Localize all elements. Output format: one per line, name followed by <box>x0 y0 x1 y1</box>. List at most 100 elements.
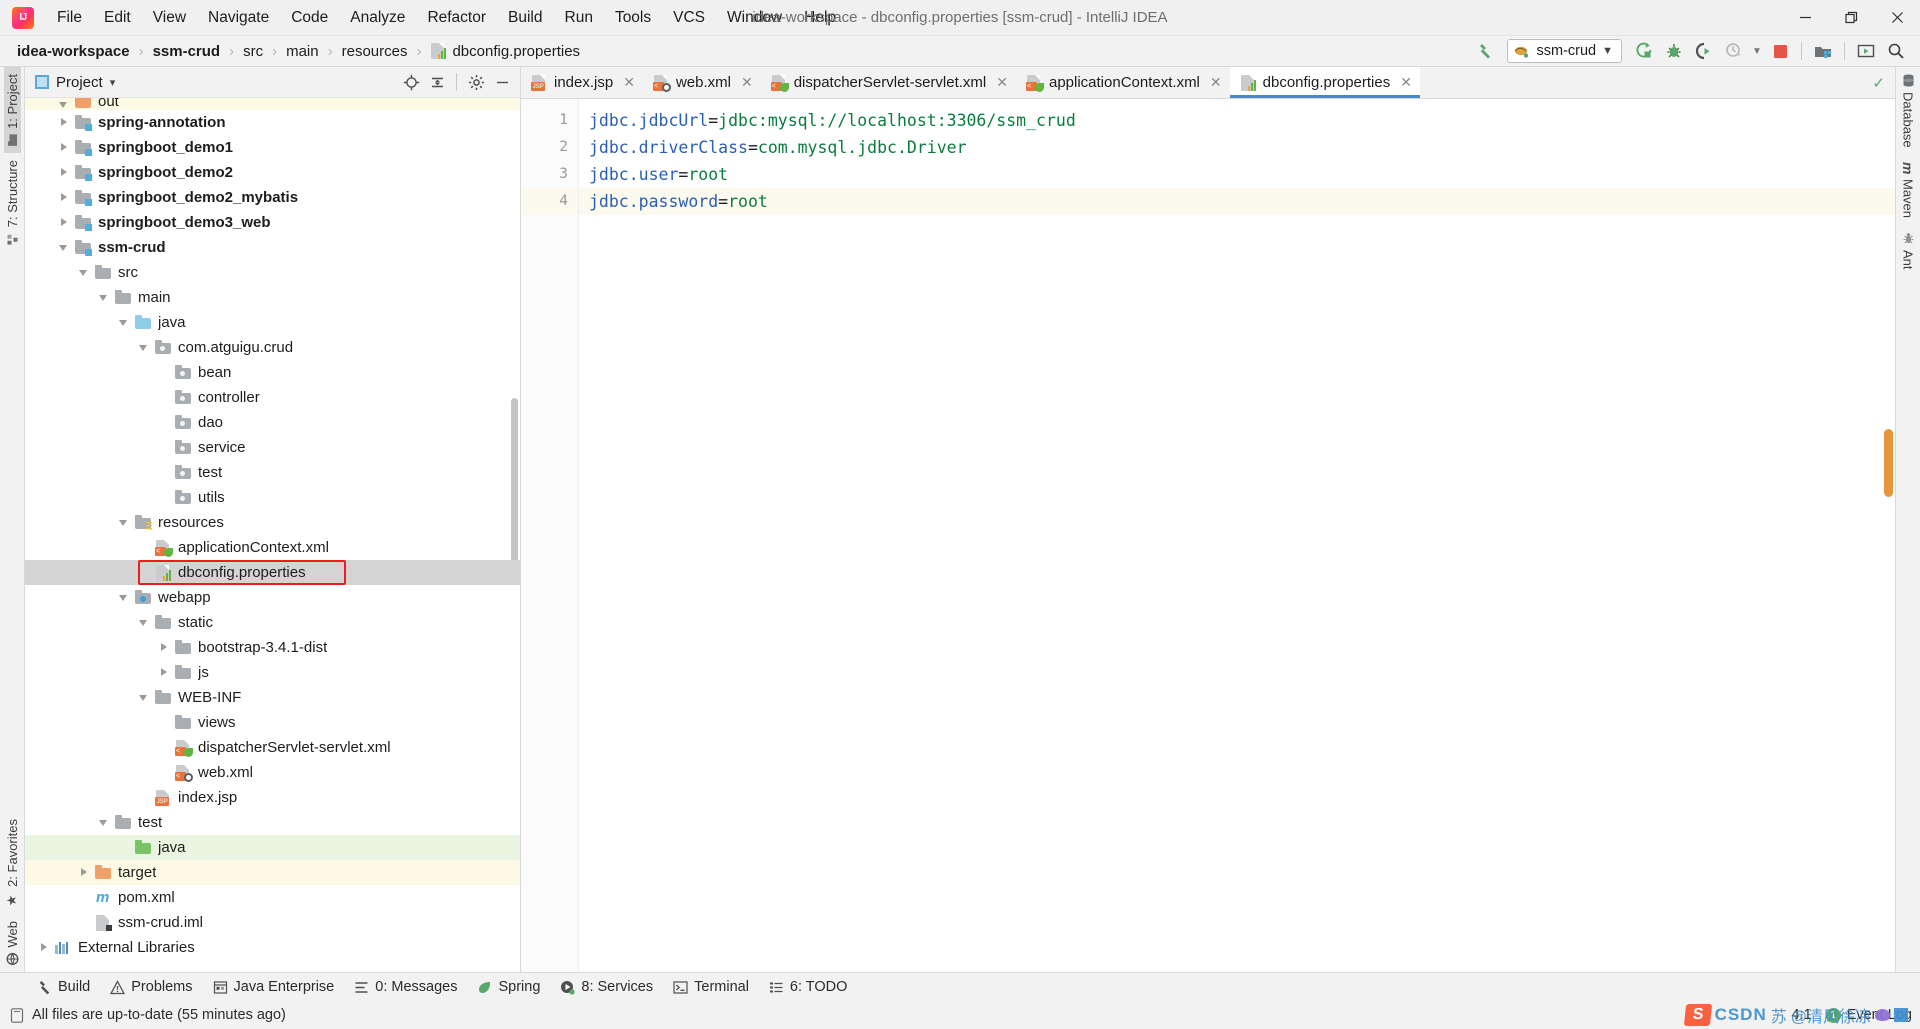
menu-item-build[interactable]: Build <box>497 0 553 35</box>
tree-toggle-down-icon[interactable] <box>119 592 130 603</box>
project-panel-title-group[interactable]: Project ▾ <box>35 74 115 91</box>
tree-node[interactable]: ssm-crud <box>25 235 520 260</box>
menu-item-view[interactable]: View <box>142 0 197 35</box>
search-everywhere-icon[interactable] <box>1882 38 1910 64</box>
tree-toggle-down-icon[interactable] <box>139 342 150 353</box>
tree-node[interactable]: js <box>25 660 520 685</box>
tree-node[interactable]: dbconfig.properties <box>25 560 520 585</box>
code-line[interactable]: jdbc.driverClass=com.mysql.jdbc.Driver <box>579 134 1895 161</box>
sidebar-item-maven[interactable]: m Maven <box>1899 155 1917 225</box>
code-editor[interactable]: 1234 jdbc.jdbcUrl=jdbc:mysql://localhost… <box>521 99 1895 972</box>
editor-tab-dbconfig-properties[interactable]: dbconfig.properties ✕ <box>1229 67 1421 98</box>
close-button[interactable] <box>1874 0 1920 35</box>
tree-node[interactable]: ssm-crud.iml <box>25 910 520 935</box>
debug-icon[interactable] <box>1660 38 1688 64</box>
editor-scrollbar-thumb[interactable] <box>1884 429 1893 497</box>
restore-button[interactable] <box>1828 0 1874 35</box>
bottom-tool-6--todo[interactable]: 6: TODO <box>760 977 856 997</box>
locate-icon[interactable] <box>399 70 423 94</box>
tree-toggle-right-icon[interactable] <box>79 867 90 878</box>
tree-toggle-right-icon[interactable] <box>159 667 170 678</box>
build-icon[interactable] <box>1471 38 1499 64</box>
bottom-tool-0--messages[interactable]: 0: Messages <box>345 977 466 997</box>
close-icon[interactable]: ✕ <box>1400 74 1412 91</box>
bottom-tool-build[interactable]: Build <box>28 977 99 997</box>
tree-node[interactable]: resources <box>25 510 520 535</box>
menu-item-run[interactable]: Run <box>554 0 604 35</box>
tree-node[interactable]: JSP index.jsp <box>25 785 520 810</box>
project-tree[interactable]: out spring-annotation springboot_demo1 spri… <box>25 98 520 972</box>
run-icon[interactable] <box>1630 38 1658 64</box>
tree-node[interactable]: < dispatcherServlet-servlet.xml <box>25 735 520 760</box>
tree-toggle-down-icon[interactable] <box>139 617 150 628</box>
sidebar-item-ant[interactable]: Ant <box>1900 225 1917 277</box>
menu-item-tools[interactable]: Tools <box>604 0 662 35</box>
minimize-button[interactable] <box>1782 0 1828 35</box>
tree-node[interactable]: webapp <box>25 585 520 610</box>
tree-toggle-right-icon[interactable] <box>59 192 70 203</box>
tree-node[interactable]: src <box>25 260 520 285</box>
sidebar-item-database[interactable]: Database <box>1900 67 1917 155</box>
update-project-icon[interactable] <box>1809 38 1837 64</box>
tree-node[interactable]: External Libraries <box>25 935 520 960</box>
profiler-icon[interactable] <box>1720 38 1748 64</box>
tree-node[interactable]: < web.xml <box>25 760 520 785</box>
breadcrumb-item-2[interactable]: src <box>240 42 266 61</box>
tree-toggle-right-icon[interactable] <box>59 117 70 128</box>
tree-toggle-down-icon[interactable] <box>79 267 90 278</box>
code-content[interactable]: jdbc.jdbcUrl=jdbc:mysql://localhost:3306… <box>579 99 1895 972</box>
menu-item-window[interactable]: Window <box>716 0 793 35</box>
tree-node[interactable]: static <box>25 610 520 635</box>
breadcrumb-item-3[interactable]: main <box>283 42 322 61</box>
tree-node[interactable]: < applicationContext.xml <box>25 535 520 560</box>
tree-toggle-down-icon[interactable] <box>119 317 130 328</box>
sidebar-item-project[interactable]: 1: Project <box>3 67 21 153</box>
menu-item-vcs[interactable]: VCS <box>662 0 716 35</box>
sidebar-item-favorites[interactable]: ★ 2: Favorites <box>4 812 21 914</box>
editor-tab-applicationcontext-xml[interactable]: < applicationContext.xml ✕ <box>1015 67 1230 98</box>
editor-tab-web-xml[interactable]: < web.xml ✕ <box>642 67 761 98</box>
close-icon[interactable]: ✕ <box>623 74 635 91</box>
tree-toggle-down-icon[interactable] <box>59 242 70 253</box>
bottom-tool-problems[interactable]: Problems <box>101 977 201 997</box>
tree-node[interactable]: springboot_demo2 <box>25 160 520 185</box>
tree-toggle-down-icon[interactable] <box>99 817 110 828</box>
run-with-coverage-icon[interactable] <box>1690 38 1718 64</box>
tree-toggle-right-icon[interactable] <box>159 642 170 653</box>
tree-node[interactable]: springboot_demo1 <box>25 135 520 160</box>
tree-toggle-down-icon[interactable] <box>119 517 130 528</box>
menu-item-help[interactable]: Help <box>793 0 847 35</box>
presentation-mode-icon[interactable] <box>1852 38 1880 64</box>
tree-node[interactable]: main <box>25 285 520 310</box>
event-log-group[interactable]: 1 Event Log <box>1825 1007 1912 1023</box>
tree-node[interactable]: bean <box>25 360 520 385</box>
menu-item-edit[interactable]: Edit <box>93 0 142 35</box>
close-icon[interactable]: ✕ <box>1210 74 1222 91</box>
bottom-tool-terminal[interactable]: Terminal <box>664 977 758 997</box>
editor-tab-dispatcherservlet-servlet-xml[interactable]: < dispatcherServlet-servlet.xml ✕ <box>760 67 1016 98</box>
code-line[interactable]: jdbc.password=root <box>579 188 1895 215</box>
tree-node[interactable]: bootstrap-3.4.1-dist <box>25 635 520 660</box>
tree-toggle-right-icon[interactable] <box>59 167 70 178</box>
tree-node[interactable]: out <box>25 98 520 110</box>
tree-node[interactable]: test <box>25 460 520 485</box>
code-line[interactable]: jdbc.user=root <box>579 161 1895 188</box>
close-icon[interactable]: ✕ <box>741 74 753 91</box>
tree-node[interactable]: WEB-INF <box>25 685 520 710</box>
tree-node[interactable]: java <box>25 835 520 860</box>
breadcrumb-item-1[interactable]: ssm-crud <box>150 42 224 61</box>
bottom-tool-8--services[interactable]: 8: Services <box>551 977 662 997</box>
editor-tab-index-jsp[interactable]: JSP index.jsp ✕ <box>521 67 643 98</box>
tree-node[interactable]: test <box>25 810 520 835</box>
bottom-tool-spring[interactable]: Spring <box>468 977 549 997</box>
tree-toggle-down-icon[interactable] <box>59 99 70 110</box>
tree-toggle-down-icon[interactable] <box>139 692 150 703</box>
tree-node[interactable]: utils <box>25 485 520 510</box>
tree-node[interactable]: target <box>25 860 520 885</box>
sidebar-item-structure[interactable]: 7: Structure <box>4 153 21 251</box>
close-icon[interactable]: ✕ <box>996 74 1008 91</box>
tree-toggle-right-icon[interactable] <box>39 942 50 953</box>
editor-scrollbar[interactable] <box>1882 99 1895 972</box>
breadcrumb-item-5[interactable]: dbconfig.properties <box>427 42 583 61</box>
run-configuration-selector[interactable]: ssm-crud ▼ <box>1507 39 1622 63</box>
